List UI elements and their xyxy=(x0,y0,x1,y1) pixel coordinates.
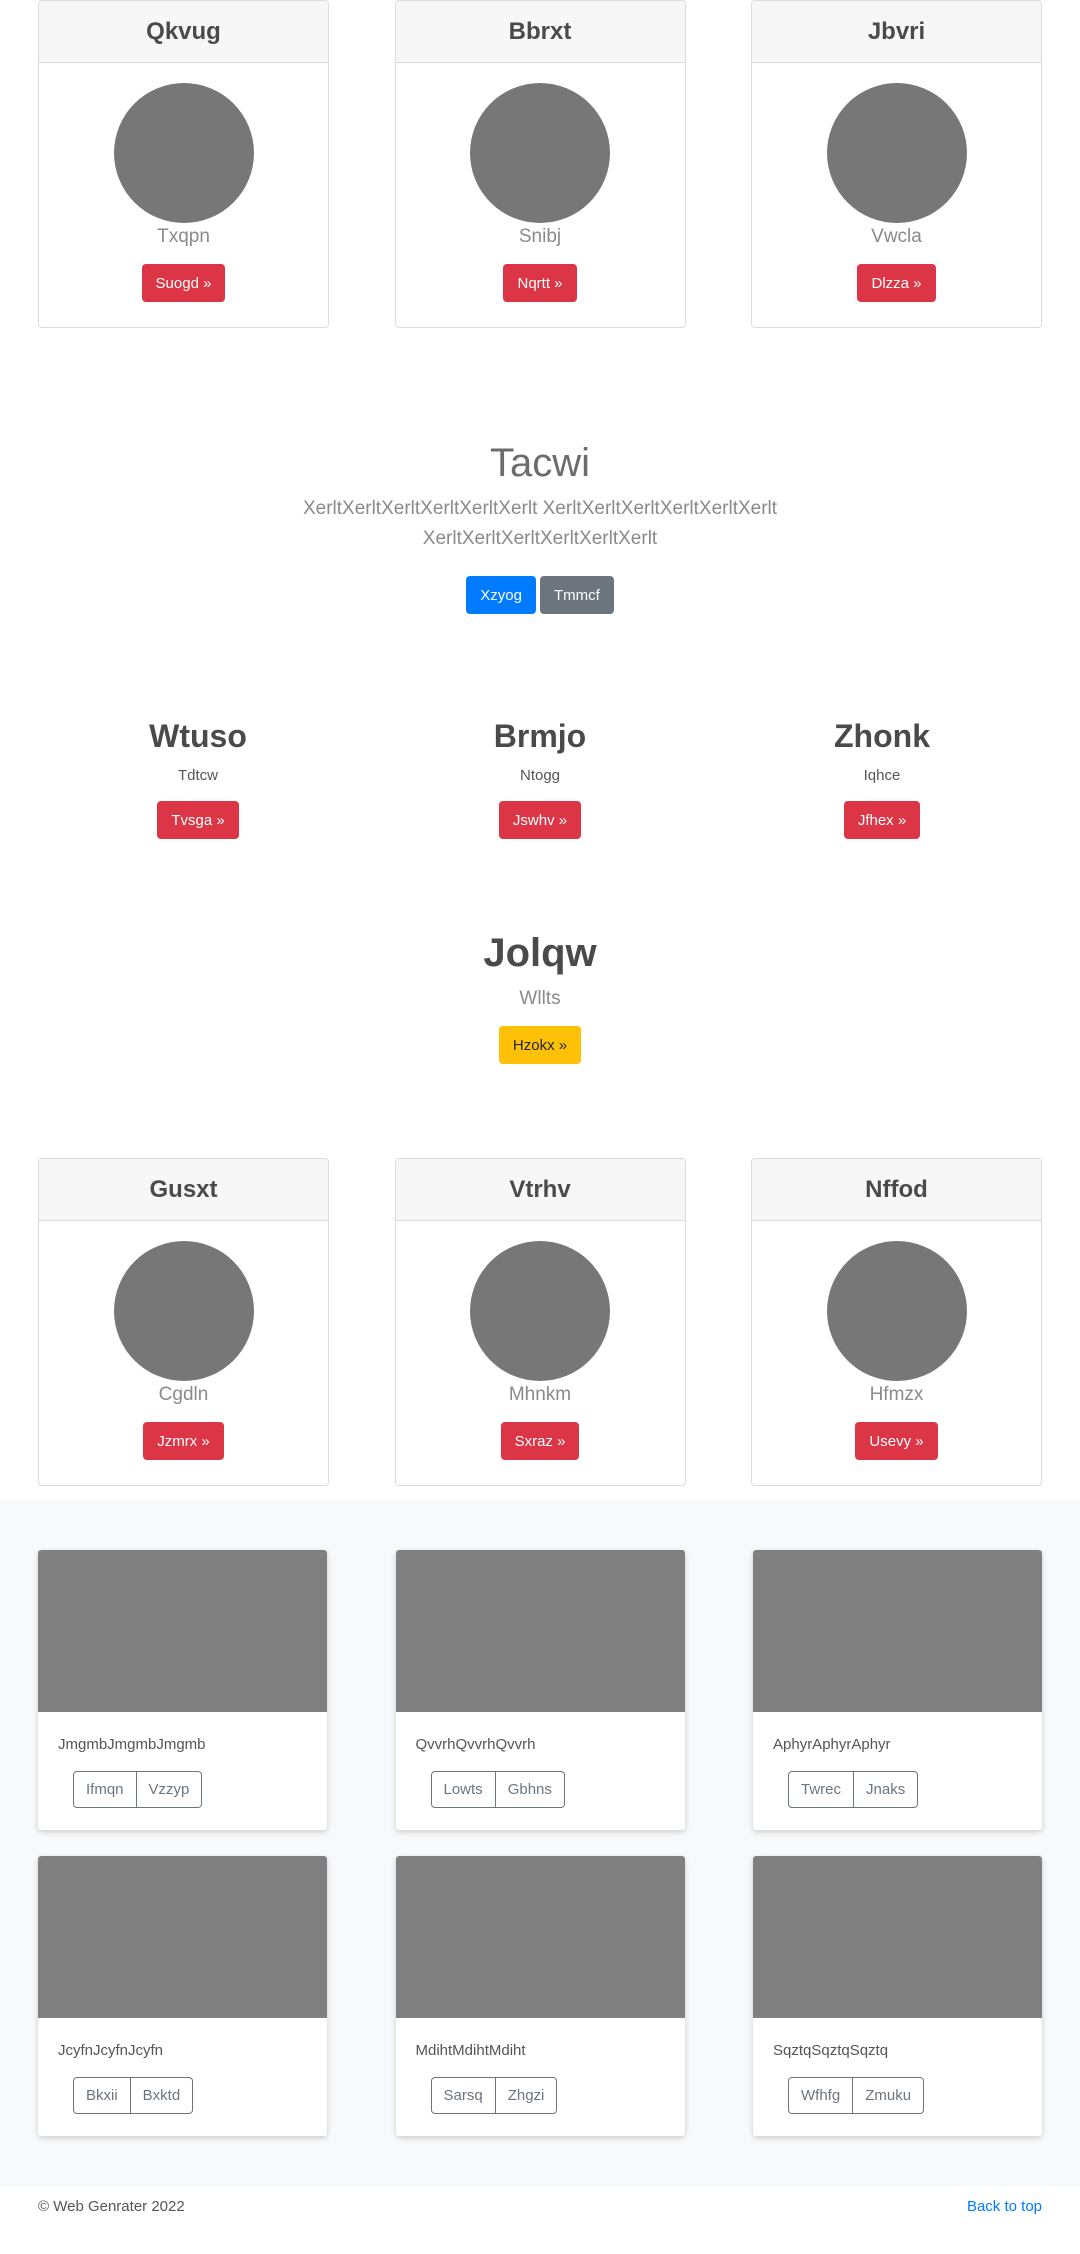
button-group: Sarsq Zhgzi xyxy=(430,2077,558,2114)
jumbotron-lead: XerltXerltXerltXerltXerltXerlt XerltXerl… xyxy=(302,498,778,549)
edit-button[interactable]: Jnaks xyxy=(854,1771,919,1808)
card-title: Gusxt xyxy=(39,1159,328,1221)
card-subtitle: Mhnkm xyxy=(508,1384,572,1405)
feature-button[interactable]: Hzokx » xyxy=(498,1026,582,1064)
card-button[interactable]: Sxraz » xyxy=(500,1422,580,1460)
pricing-section-bottom: Gusxt Cgdln Jzmrx » Vtrhv Mhnkm Sxraz » … xyxy=(0,1158,1080,1486)
columns-section: Wtuso Tdtcw Tvsga » Brmjo Ntogg Jswhv » … xyxy=(0,718,1080,839)
back-to-top-link[interactable]: Back to top xyxy=(967,2198,1042,2215)
pricing-card: Jbvri Vwcla Dlzza » xyxy=(751,0,1042,328)
column-text: Iqhce xyxy=(863,767,901,784)
album-card: QvvrhQvvrhQvvrh Lowts Gbhns xyxy=(395,1550,685,1830)
album-card: SqztqSqztqSqztq Wfhfg Zmuku xyxy=(753,1856,1042,2136)
thumbnail-image xyxy=(395,1856,685,2018)
view-button[interactable]: Twrec xyxy=(788,1771,855,1808)
avatar xyxy=(113,83,254,223)
avatar xyxy=(470,83,610,223)
card-subtitle: Snibj xyxy=(518,226,562,247)
card-title: Jbvri xyxy=(752,1,1041,63)
column-button[interactable]: Jfhex » xyxy=(843,801,921,839)
thumbnail-image xyxy=(753,1550,1042,1712)
card-text: MdihtMdihtMdiht xyxy=(415,2042,526,2059)
feature-heading: Jolqw xyxy=(483,931,597,975)
album-card: AphyrAphyrAphyr Twrec Jnaks xyxy=(753,1550,1042,1830)
card-button[interactable]: Dlzza » xyxy=(857,264,936,302)
album-card: MdihtMdihtMdiht Sarsq Zhgzi xyxy=(395,1856,685,2136)
footer: © Web Genrater 2022 Back to top xyxy=(0,2186,1080,2226)
card-title: Nffod xyxy=(752,1159,1041,1221)
button-group: Twrec Jnaks xyxy=(788,1771,919,1808)
pricing-card: Vtrhv Mhnkm Sxraz » xyxy=(394,1158,686,1486)
card-title: Vtrhv xyxy=(395,1159,685,1221)
pricing-card: Bbrxt Snibj Nqrtt » xyxy=(394,0,686,328)
edit-button[interactable]: Vzzyp xyxy=(136,1771,203,1808)
primary-button[interactable]: Xzyog xyxy=(466,576,536,614)
card-subtitle: Vwcla xyxy=(871,226,922,247)
button-group: Wfhfg Zmuku xyxy=(788,2077,925,2114)
edit-button[interactable]: Zhgzi xyxy=(495,2077,558,2114)
card-title: Qkvug xyxy=(39,1,328,63)
column: Zhonk Iqhce Jfhex » xyxy=(722,718,1042,839)
secondary-button[interactable]: Tmmcf xyxy=(539,576,614,614)
view-button[interactable]: Wfhfg xyxy=(788,2077,854,2114)
card-text: JcyfnJcyfnJcyfn xyxy=(58,2042,164,2059)
card-text: JmgmbJmgmbJmgmb xyxy=(58,1736,206,1753)
edit-button[interactable]: Bxktd xyxy=(130,2077,194,2114)
thumbnail-image xyxy=(38,1550,327,1712)
card-subtitle: Txqpn xyxy=(157,226,210,247)
feature-section: Jolqw Wllts Hzokx » xyxy=(0,931,1080,1064)
pricing-card: Qkvug Txqpn Suogd » xyxy=(38,0,329,328)
avatar xyxy=(826,1241,967,1381)
avatar xyxy=(113,1241,254,1381)
edit-button[interactable]: Gbhns xyxy=(495,1771,565,1808)
card-button[interactable]: Jzmrx » xyxy=(143,1422,224,1460)
column: Wtuso Tdtcw Tvsga » xyxy=(38,718,358,839)
edit-button[interactable]: Zmuku xyxy=(853,2077,925,2114)
button-group: Bkxii Bxktd xyxy=(73,2077,194,2114)
avatar xyxy=(826,83,967,223)
avatar xyxy=(470,1241,610,1381)
feature-text: Wllts xyxy=(519,988,561,1009)
card-button[interactable]: Usevy » xyxy=(855,1422,938,1460)
column-button[interactable]: Jswhv » xyxy=(498,801,582,839)
button-group: Ifmqn Vzzyp xyxy=(73,1771,203,1808)
card-text: QvvrhQvvrhQvvrh xyxy=(415,1736,536,1753)
card-subtitle: Hfmzx xyxy=(869,1384,924,1405)
column-text: Tdtcw xyxy=(177,767,218,784)
jumbotron-title: Tacwi xyxy=(489,441,591,485)
view-button[interactable]: Bkxii xyxy=(73,2077,131,2114)
button-group: Lowts Gbhns xyxy=(430,1771,565,1808)
jumbotron: Tacwi XerltXerltXerltXerltXerltXerlt Xer… xyxy=(0,328,1080,614)
pricing-card: Nffod Hfmzx Usevy » xyxy=(751,1158,1042,1486)
pricing-card: Gusxt Cgdln Jzmrx » xyxy=(38,1158,329,1486)
album-section: JmgmbJmgmbJmgmb Ifmqn Vzzyp QvvrhQvvrhQv… xyxy=(0,1500,1080,2186)
album-card: JmgmbJmgmbJmgmb Ifmqn Vzzyp xyxy=(38,1550,327,1830)
pricing-section-top: Qkvug Txqpn Suogd » Bbrxt Snibj Nqrtt » … xyxy=(0,0,1080,328)
view-button[interactable]: Sarsq xyxy=(430,2077,496,2114)
column-heading: Brmjo xyxy=(493,718,587,754)
view-button[interactable]: Lowts xyxy=(430,1771,496,1808)
column: Brmjo Ntogg Jswhv » xyxy=(380,718,700,839)
column-heading: Zhonk xyxy=(834,718,930,754)
card-subtitle: Cgdln xyxy=(158,1384,209,1405)
card-title: Bbrxt xyxy=(395,1,685,63)
card-button[interactable]: Suogd » xyxy=(141,264,226,302)
column-text: Ntogg xyxy=(519,767,561,784)
column-button[interactable]: Tvsga » xyxy=(157,801,239,839)
column-heading: Wtuso xyxy=(149,718,247,754)
thumbnail-image xyxy=(753,1856,1042,2018)
card-text: AphyrAphyrAphyr xyxy=(773,1736,891,1753)
thumbnail-image xyxy=(395,1550,685,1712)
card-button[interactable]: Nqrtt » xyxy=(503,264,577,302)
card-text: SqztqSqztqSqztq xyxy=(773,2042,889,2059)
view-button[interactable]: Ifmqn xyxy=(73,1771,137,1808)
thumbnail-image xyxy=(38,1856,327,2018)
copyright-text: © Web Genrater 2022 xyxy=(38,2197,185,2215)
album-card: JcyfnJcyfnJcyfn Bkxii Bxktd xyxy=(38,1856,327,2136)
